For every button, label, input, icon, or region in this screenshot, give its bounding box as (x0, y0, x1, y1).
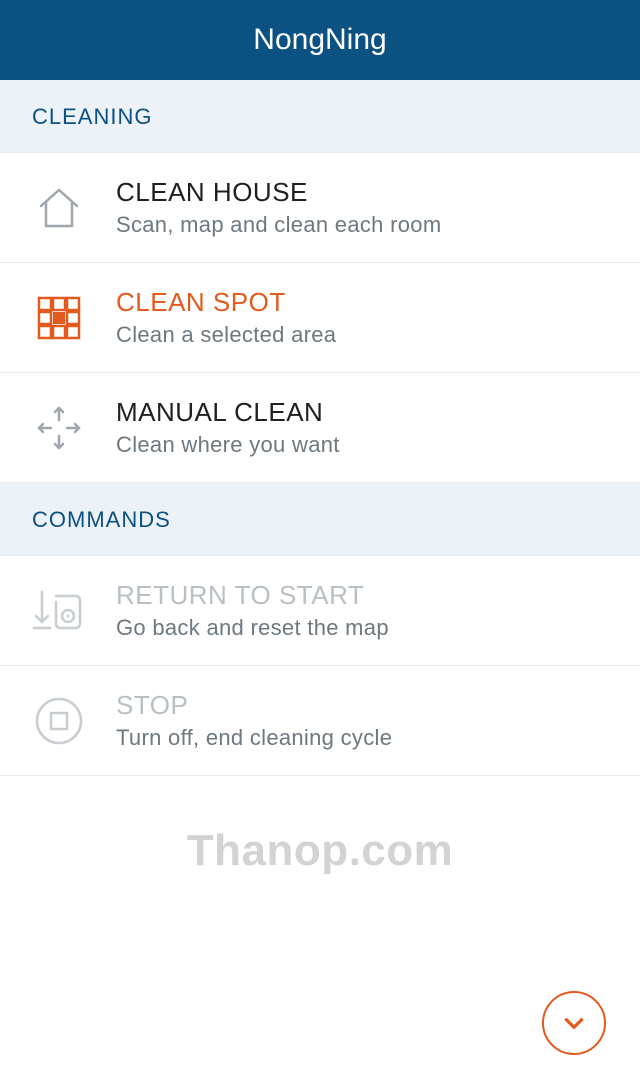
return-dock-icon (32, 584, 86, 638)
chevron-down-icon (561, 1010, 587, 1036)
item-subtitle: Go back and reset the map (116, 615, 608, 641)
section-header-cleaning: CLEANING (0, 80, 640, 153)
grid-icon (32, 291, 86, 345)
section-label: COMMANDS (32, 507, 171, 532)
item-subtitle: Scan, map and clean each room (116, 212, 608, 238)
menu-item-clean-house[interactable]: CLEAN HOUSE Scan, map and clean each roo… (0, 153, 640, 263)
item-subtitle: Clean a selected area (116, 322, 608, 348)
item-title: STOP (116, 690, 608, 721)
house-icon (32, 181, 86, 235)
item-subtitle: Clean where you want (116, 432, 608, 458)
item-title: MANUAL CLEAN (116, 397, 608, 428)
item-title: CLEAN HOUSE (116, 177, 608, 208)
menu-item-text: CLEAN HOUSE Scan, map and clean each roo… (116, 177, 608, 238)
watermark-text: Thanop.com (0, 826, 640, 876)
item-subtitle: Turn off, end cleaning cycle (116, 725, 608, 751)
menu-item-manual-clean[interactable]: MANUAL CLEAN Clean where you want (0, 373, 640, 483)
stop-icon (32, 694, 86, 748)
menu-item-text: CLEAN SPOT Clean a selected area (116, 287, 608, 348)
app-header: NongNing (0, 0, 640, 80)
page-title: NongNing (253, 23, 386, 57)
move-arrows-icon (32, 401, 86, 455)
menu-item-return-to-start[interactable]: RETURN TO START Go back and reset the ma… (0, 556, 640, 666)
section-label: CLEANING (32, 104, 152, 129)
section-header-commands: COMMANDS (0, 483, 640, 556)
menu-item-stop[interactable]: STOP Turn off, end cleaning cycle (0, 666, 640, 776)
expand-fab-button[interactable] (542, 991, 606, 1055)
menu-item-text: RETURN TO START Go back and reset the ma… (116, 580, 608, 641)
menu-item-text: MANUAL CLEAN Clean where you want (116, 397, 608, 458)
item-title: RETURN TO START (116, 580, 608, 611)
item-title: CLEAN SPOT (116, 287, 608, 318)
menu-item-text: STOP Turn off, end cleaning cycle (116, 690, 608, 751)
menu-item-clean-spot[interactable]: CLEAN SPOT Clean a selected area (0, 263, 640, 373)
